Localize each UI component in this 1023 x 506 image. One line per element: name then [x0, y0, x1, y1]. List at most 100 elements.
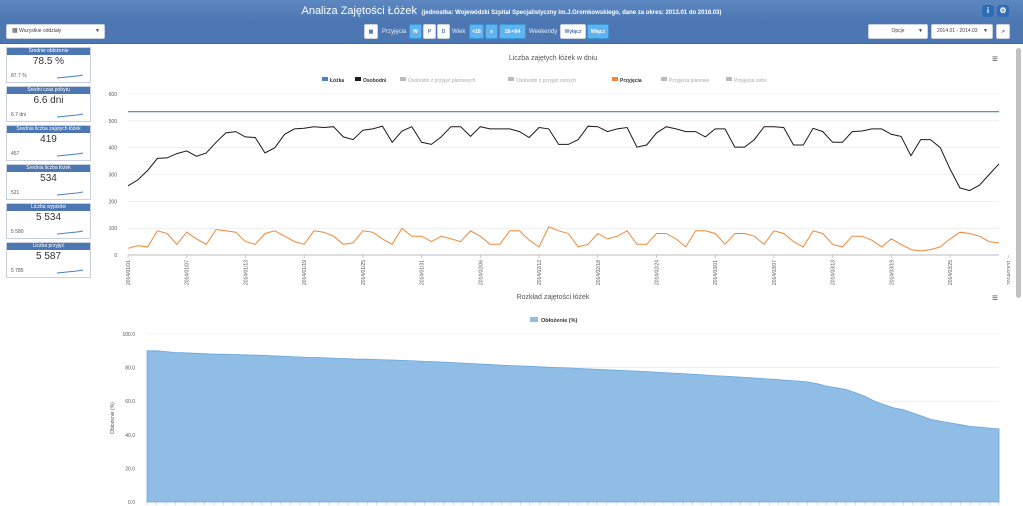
sparkline-icon	[57, 191, 83, 196]
przyjecia-d-button[interactable]: D	[437, 24, 450, 39]
legend-swatch	[322, 77, 328, 81]
page-subtitle: (jednostka: Wojewódzki Szpital Specjalis…	[421, 10, 722, 16]
x-tick-label: 2014/03/13	[831, 260, 837, 285]
line-chart: Liczba zajętych łóżek w dniu Łóżka Osobodn…	[109, 55, 1010, 285]
y-tick-label: 100	[109, 226, 118, 232]
legend-item: Osobodni z przyjęć planowych	[408, 78, 476, 84]
x-tick-label: 2014/03/31	[1007, 260, 1010, 285]
x-tick-label: 2014/01/31	[420, 260, 426, 285]
legend-swatch	[530, 317, 538, 322]
przyjecia-w-button[interactable]: W	[409, 24, 422, 39]
stat-title: Średnia liczba zajętych łóżek	[7, 126, 90, 133]
y-tick-label: 20.0	[125, 466, 135, 472]
stat-card: Średnia liczba łóżek 534 521	[6, 164, 91, 200]
series-line-osobodni	[127, 125, 1000, 192]
chevron-down-icon: ▼	[95, 28, 100, 34]
chart-title: Rozkład zajętości łóżek	[517, 294, 590, 301]
stat-card: Liczba wypisów 5 534 5 580	[6, 203, 91, 239]
y-tick-label: 200	[109, 199, 118, 205]
x-tick-label: 2014/02/18	[596, 260, 602, 285]
stat-title: Średnie obłożenie	[7, 48, 90, 55]
stat-value: 5 587	[35, 251, 62, 262]
y-tick-label: 100.0	[122, 332, 135, 338]
sparkline-icon	[57, 269, 83, 274]
x-tick-label: 2014/03/19	[889, 260, 895, 285]
chevron-down-icon: ▼	[918, 28, 923, 34]
x-tick-label: 2014/02/24	[654, 260, 660, 285]
x-tick-label: 2014/01/25	[361, 260, 367, 285]
legend-item: Osobodni z przyjęć ostrych	[516, 78, 576, 84]
stat-sub: 457	[11, 151, 20, 157]
stat-sub: 6.7 dni	[11, 112, 27, 118]
y-tick-label: 60.0	[125, 399, 135, 405]
stat-card: Średni czas pobytu 6.6 dni 6.7 dni	[6, 86, 91, 122]
share-button[interactable]: ↗	[996, 24, 1010, 39]
stat-title: Średni czas pobytu	[7, 87, 90, 94]
date-range-select[interactable]: 2014.01 - 2014.03 ▼	[931, 24, 993, 39]
date-range-label: 2014.01 - 2014.03	[937, 28, 978, 34]
przyjecia-p-button[interactable]: P	[423, 24, 436, 39]
info-icon[interactable]: i	[982, 5, 994, 17]
stat-value: 5 534	[35, 212, 62, 223]
sparkline-icon	[57, 152, 83, 157]
x-tick-label: 2014/03/25	[948, 260, 954, 285]
stat-title: Średnia liczba łóżek	[7, 165, 90, 172]
stat-card: Liczba przyjęć 5 587 5 785	[6, 242, 91, 278]
x-tick-label: 2014/01/19	[302, 260, 308, 285]
building-icon: ▦	[12, 28, 18, 34]
weekendy-on-button[interactable]: Włącz	[587, 24, 609, 39]
legend-item: Przyjęcia ostre	[734, 78, 767, 84]
legend-swatch	[726, 77, 732, 81]
calendar-button[interactable]: ▦	[364, 24, 378, 39]
legend-item: Przyjęcia	[620, 78, 642, 84]
wiek-18-64-button[interactable]: 18-<64	[499, 24, 526, 39]
y-tick-label: 500	[109, 119, 118, 125]
stat-sub: 87.7 %	[11, 73, 27, 79]
legend-swatch	[508, 77, 514, 81]
wiek-gte-button[interactable]: ≥	[485, 24, 498, 39]
page-title: Analiza Zajętości Łóżek	[301, 5, 418, 17]
x-tick-label: 2014/03/07	[772, 260, 778, 285]
options-label: Opcje	[891, 28, 905, 34]
gear-icon[interactable]: ⚙	[997, 5, 1009, 17]
stat-sub: 5 580	[11, 229, 24, 235]
y-tick-label: 0.0	[128, 500, 135, 506]
weekendy-label: Weekendy	[529, 29, 558, 35]
stat-value: 534	[40, 173, 57, 184]
legend-swatch	[355, 77, 361, 81]
wiek-label: Wiek	[452, 29, 466, 35]
x-tick-label: 2014/01/01	[126, 260, 132, 285]
stat-sub: 5 785	[11, 268, 24, 274]
y-tick-label: 40.0	[125, 433, 135, 439]
unit-select[interactable]: ▦ Wszystkie oddziały ▼	[6, 24, 105, 39]
sparkline-icon	[57, 74, 83, 79]
stat-title: Liczba wypisów	[7, 204, 90, 211]
stat-card: Średnia liczba zajętych łóżek 419 457	[6, 125, 91, 161]
y-tick-label: 300	[109, 173, 118, 179]
stat-sub: 521	[11, 190, 20, 196]
stat-value: 6.6 dni	[33, 95, 64, 106]
sparkline-icon	[57, 230, 83, 235]
hamburger-menu-icon[interactable]: ≡	[992, 54, 998, 65]
stat-value: 78.5 %	[32, 56, 65, 67]
legend-item: Przyjęcia planowe	[669, 78, 710, 84]
title-bar: Analiza Zajętości Łóżek (jednostka: Woje…	[0, 0, 1023, 22]
y-tick-label: 0	[114, 253, 117, 259]
wiek-under18-button[interactable]: <18	[469, 24, 484, 39]
scrollbar[interactable]	[1016, 48, 1021, 298]
stat-title: Liczba przyjęć	[7, 243, 90, 250]
chart-title: Liczba zajętych łóżek w dniu	[509, 55, 597, 62]
legend-swatch	[400, 77, 406, 81]
y-tick-label: 600	[109, 92, 118, 98]
area-chart: Rozkład zajętości łóżek Obłożenie (%) 0.0 2…	[110, 294, 1000, 506]
options-select[interactable]: Opcje ▼	[868, 24, 928, 39]
y-tick-label: 80.0	[125, 366, 135, 372]
weekendy-off-button[interactable]: Wyłącz	[560, 24, 586, 39]
x-tick-label: 2014/01/07	[185, 260, 191, 285]
legend-swatch	[661, 77, 667, 81]
hamburger-menu-icon[interactable]: ≡	[992, 293, 998, 304]
legend-item: Łóżka	[330, 78, 344, 84]
toolbar: ▦ Wszystkie oddziały ▼ ▦ Przyjęcia W P D…	[0, 22, 1023, 44]
stat-card: Średnie obłożenie 78.5 % 87.7 %	[6, 47, 91, 83]
stat-value: 419	[40, 134, 57, 145]
